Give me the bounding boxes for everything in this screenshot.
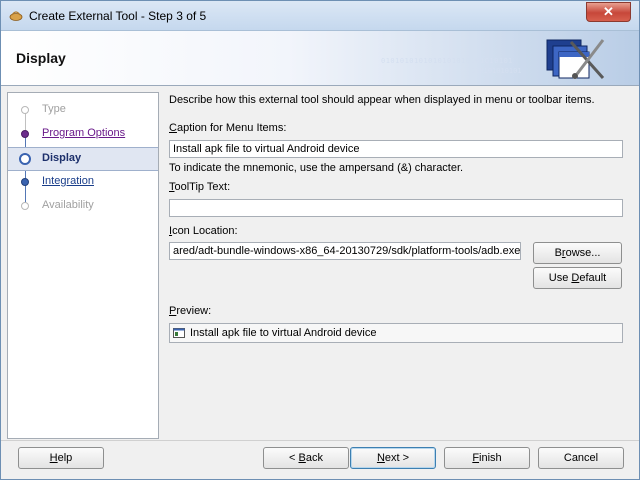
- back-button[interactable]: < Back: [263, 447, 349, 469]
- step-type[interactable]: Type: [8, 99, 158, 121]
- icon-location-label-text: con Location:: [172, 225, 238, 237]
- step-current-icon: [19, 153, 31, 165]
- step-indicator-icon: [21, 106, 29, 114]
- back-text: <: [289, 452, 299, 464]
- finish-button[interactable]: Finish: [444, 447, 530, 469]
- back-text: ack: [305, 452, 323, 464]
- tooltip-label-text: oolTip Text:: [174, 181, 231, 193]
- step-label: Program Options: [42, 127, 126, 139]
- mnemonic: N: [376, 452, 385, 464]
- caption-input[interactable]: Install apk file to virtual Android devi…: [169, 140, 623, 158]
- caption-label: Caption for Menu Items:: [169, 122, 286, 134]
- step-indicator-icon: [21, 130, 29, 138]
- cancel-button[interactable]: Cancel: [538, 447, 624, 469]
- wizard-steps-panel: Type Program Options Display Integration…: [7, 92, 159, 439]
- step-indicator-icon: [21, 178, 29, 186]
- browse-button[interactable]: Browse...: [533, 242, 622, 264]
- tool-preview-icon: [173, 328, 185, 338]
- mnemonic: C: [169, 122, 177, 134]
- step-availability[interactable]: Availability: [8, 195, 158, 217]
- step-display[interactable]: Display: [8, 147, 158, 171]
- app-icon: [9, 11, 23, 21]
- use-default-button[interactable]: Use Default: [533, 267, 622, 289]
- finish-text: inish: [479, 452, 502, 464]
- close-icon: ✕: [603, 4, 614, 19]
- step-integration[interactable]: Integration: [8, 171, 158, 193]
- help-button[interactable]: Help: [18, 447, 104, 469]
- icon-location-label: Icon Location:: [169, 225, 238, 237]
- mnemonic: B: [298, 452, 306, 464]
- step-indicator-icon: [21, 202, 29, 210]
- page-title: Display: [16, 50, 66, 66]
- browse-text: owse...: [565, 247, 601, 259]
- preview-label-text: review:: [176, 305, 212, 317]
- wizard-header: Display 0101010101010101010101010101 010…: [1, 31, 639, 86]
- use-default-text: efault: [579, 272, 607, 284]
- step-label: Display: [42, 152, 82, 164]
- footer-divider: [1, 440, 639, 441]
- step-program-options[interactable]: Program Options: [8, 123, 158, 145]
- external-tool-icon: [546, 39, 605, 79]
- display-form: Describe how this external tool should a…: [159, 85, 639, 439]
- tooltip-label: ToolTip Text:: [169, 181, 230, 193]
- close-button[interactable]: ✕: [586, 2, 631, 22]
- form-description: Describe how this external tool should a…: [169, 94, 595, 106]
- icon-location-input[interactable]: ared/adt-bundle-windows-x86_64-20130729/…: [169, 242, 521, 260]
- preview-label: Preview:: [169, 305, 211, 317]
- browse-text: B: [554, 247, 562, 259]
- header-binary-decoration-2: 010101010101: [471, 67, 522, 75]
- use-default-text: Use: [548, 272, 572, 284]
- header-binary-decoration: 0101010101010101010101010101: [381, 57, 514, 65]
- caption-label-text: aption for Menu Items:: [176, 122, 287, 134]
- mnemonic-hint: To indicate the mnemonic, use the ampers…: [169, 162, 464, 174]
- mnemonic: H: [49, 452, 58, 464]
- tooltip-input[interactable]: [169, 199, 623, 217]
- preview-box: Install apk file to virtual Android devi…: [169, 323, 623, 343]
- window-title: Create External Tool - Step 3 of 5: [29, 9, 207, 23]
- preview-text: Install apk file to virtual Android devi…: [190, 327, 377, 339]
- dialog-window: Create External Tool - Step 3 of 5 ✕ Dis…: [0, 0, 640, 480]
- step-label: Type: [42, 103, 66, 115]
- step-label: Availability: [42, 199, 94, 211]
- next-button[interactable]: Next >: [350, 447, 436, 469]
- help-text: elp: [57, 452, 73, 464]
- title-bar[interactable]: Create External Tool - Step 3 of 5 ✕: [1, 1, 639, 31]
- step-label: Integration: [42, 175, 94, 187]
- next-text: ext >: [384, 452, 410, 464]
